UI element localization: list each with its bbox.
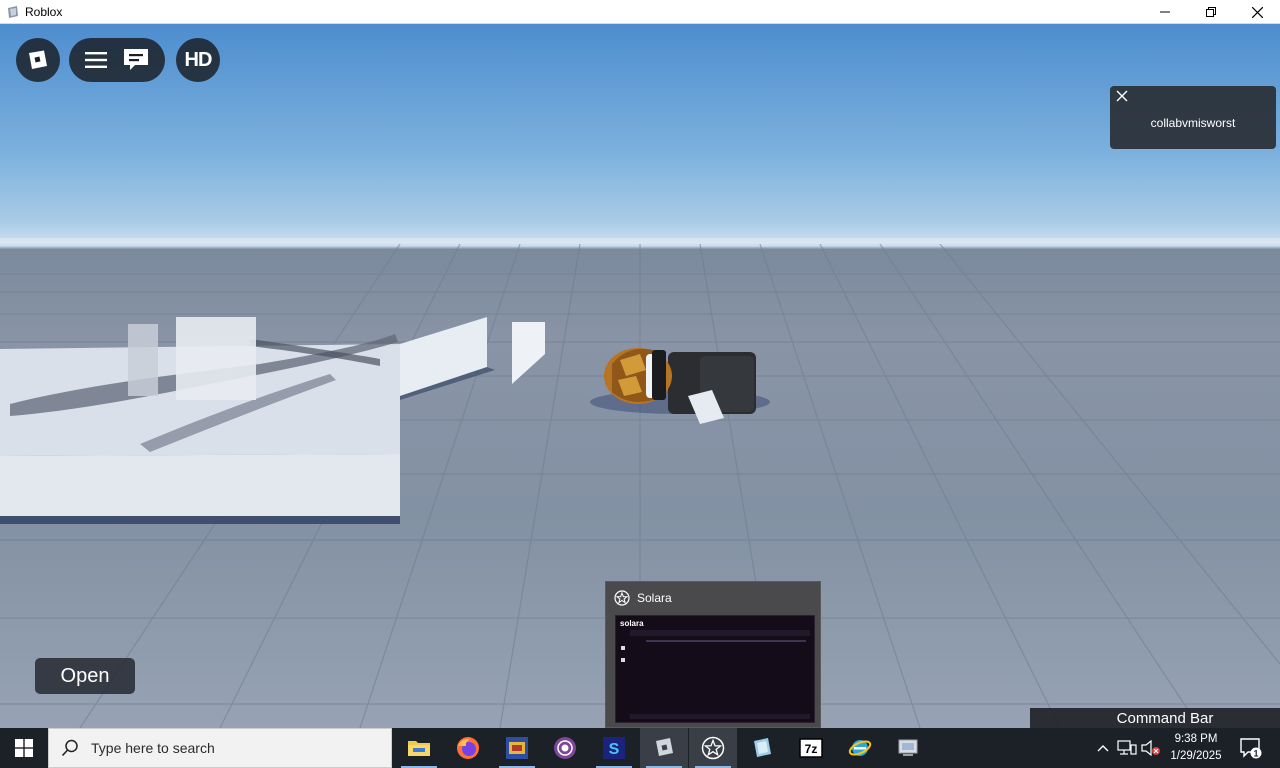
taskbar-game-app[interactable] [493, 728, 541, 768]
tray-volume[interactable] [1140, 728, 1162, 768]
minimize-icon [1160, 11, 1170, 13]
roblox-menu-button[interactable] [16, 38, 60, 82]
taskbar-app-s[interactable]: S [590, 728, 638, 768]
roblox-taskbar-icon [656, 738, 673, 756]
game-app-icon [506, 737, 528, 759]
windows-taskbar: S 7z [0, 728, 1280, 768]
taskbar-file-explorer[interactable] [395, 728, 443, 768]
taskbar-roblox[interactable] [640, 728, 688, 768]
action-center-button[interactable]: 1 [1234, 728, 1268, 768]
hd-admin-button[interactable]: HD [176, 38, 220, 82]
window-title: Roblox [25, 4, 63, 19]
firefox-icon [457, 737, 479, 759]
7zip-icon: 7z [799, 738, 823, 758]
notification-count: 1 [1253, 749, 1258, 759]
minimize-button[interactable] [1142, 0, 1188, 24]
command-bar[interactable]: Command Bar [1030, 708, 1280, 728]
volume-muted-icon [1141, 740, 1160, 756]
restore-button[interactable] [1188, 0, 1234, 24]
restore-icon [1206, 7, 1216, 17]
window-controls [1142, 0, 1280, 24]
toast-close-icon[interactable] [1115, 89, 1129, 103]
preview-thumbnail[interactable]: solara [615, 615, 815, 723]
search-input[interactable] [89, 739, 373, 757]
thumb-sidebar-dot [621, 658, 625, 662]
taskbar-remote-desktop[interactable] [885, 728, 933, 768]
toast-message: collabvmisworst [1150, 116, 1236, 130]
search-icon [61, 739, 78, 757]
window-titlebar: Roblox [0, 0, 1280, 24]
notification-toast: collabvmisworst [1110, 86, 1276, 149]
start-button[interactable] [0, 728, 48, 768]
network-icon [1117, 740, 1137, 755]
clock-date: 1/29/2025 [1170, 750, 1222, 762]
preview-header: Solara [614, 590, 672, 606]
preview-title: Solara [637, 591, 672, 605]
chat-button[interactable] [123, 48, 149, 72]
close-icon [1251, 6, 1263, 18]
hamburger-menu-button[interactable] [85, 51, 107, 69]
hd-label: HD [184, 48, 213, 71]
menu-chat-group [69, 38, 165, 82]
close-button[interactable] [1234, 0, 1280, 24]
taskbar-firefox[interactable] [444, 728, 492, 768]
taskbar-roblox-studio[interactable] [738, 728, 786, 768]
roblox-studio-icon [754, 738, 771, 757]
taskbar-internet-explorer[interactable] [836, 728, 884, 768]
tor-onion-icon [554, 737, 576, 759]
s-app-icon: S [603, 737, 625, 759]
taskbar-search[interactable] [48, 728, 392, 768]
svg-text:7z: 7z [805, 742, 818, 756]
solara-taskbar-preview[interactable]: Solara solara [605, 581, 821, 728]
thumb-brand: solara [620, 619, 644, 628]
svg-text:S: S [609, 741, 620, 758]
thumb-footer [630, 714, 810, 719]
solara-taskbar-icon [701, 736, 725, 760]
taskbar-7zip[interactable]: 7z [787, 728, 835, 768]
folder-icon [408, 741, 430, 756]
thumb-sidebar-dot [621, 646, 625, 650]
clock-time: 9:38 PM [1174, 733, 1218, 745]
tray-network[interactable] [1116, 728, 1138, 768]
remote-desktop-icon [898, 739, 918, 756]
notification-icon: 1 [1240, 738, 1262, 759]
windows-logo-icon [15, 739, 33, 757]
roblox-logo-icon [29, 50, 47, 69]
taskbar-tor-browser[interactable] [541, 728, 589, 768]
roblox-app-icon [8, 5, 18, 18]
thumb-editor-line [646, 640, 806, 642]
player-character [590, 348, 770, 424]
internet-explorer-icon [848, 740, 872, 756]
taskbar-clock[interactable]: 9:38 PM 1/29/2025 [1164, 731, 1228, 765]
taskbar-solara[interactable] [689, 728, 737, 768]
open-button[interactable]: Open [35, 658, 135, 694]
chat-icon [124, 49, 148, 70]
solara-star-icon [614, 590, 630, 606]
chevron-up-icon [1097, 745, 1109, 752]
tray-overflow-button[interactable] [1094, 728, 1112, 768]
hamburger-icon [85, 52, 107, 68]
thumb-tabbar [630, 630, 810, 636]
